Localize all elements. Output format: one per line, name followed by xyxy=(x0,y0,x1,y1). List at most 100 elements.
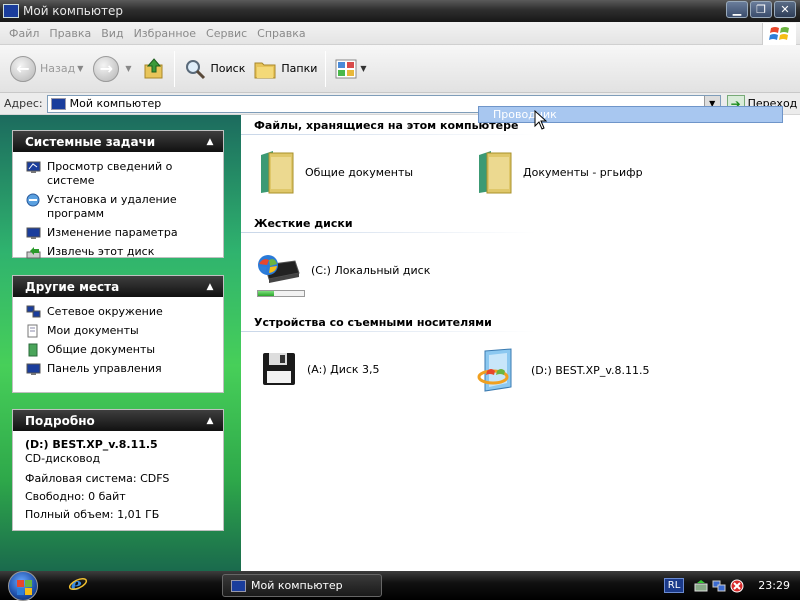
group-header-hard-disks: Жесткие диски xyxy=(254,217,353,230)
close-button[interactable]: ✕ xyxy=(774,1,796,18)
svg-text:e: e xyxy=(71,575,82,594)
menu-bar: Файл Правка Вид Избранное Сервис Справка xyxy=(0,22,800,45)
view-system-info-link[interactable]: Просмотр сведений о системе xyxy=(25,160,215,188)
taskbar: e Мой компьютер RL 23:29 xyxy=(0,570,800,601)
menu-view[interactable]: Вид xyxy=(96,27,128,40)
folder-icon xyxy=(479,151,512,194)
toolbar-separator xyxy=(325,50,327,87)
address-value: Мой компьютер xyxy=(69,97,162,110)
toolbar: ← Назад ▼ → ▼ Поиск Папки ▼ xyxy=(0,45,800,93)
collapse-chevron-icon[interactable]: ▲ xyxy=(203,414,217,428)
system-info-icon xyxy=(25,160,41,174)
search-button[interactable]: Поиск xyxy=(179,50,250,88)
my-computer-icon xyxy=(3,4,19,18)
forward-button[interactable]: → ▼ xyxy=(89,50,137,88)
task-pane: Системные задачи ▲ Просмотр сведений о с… xyxy=(0,115,241,571)
safely-remove-hardware-icon[interactable] xyxy=(694,579,708,593)
collapse-chevron-icon[interactable]: ▲ xyxy=(203,280,217,294)
minimize-button[interactable]: ▁ xyxy=(726,1,748,18)
group-divider xyxy=(241,331,536,332)
control-panel-icon xyxy=(25,362,41,376)
drive-c-usage-fill xyxy=(258,291,275,296)
up-folder-button[interactable] xyxy=(138,50,170,88)
views-button[interactable]: ▼ xyxy=(330,50,372,88)
menu-file[interactable]: Файл xyxy=(4,27,44,40)
windows-orb-icon xyxy=(8,570,38,601)
content-area: Файлы, хранящиеся на этом компьютере Общ… xyxy=(241,115,800,571)
search-icon xyxy=(185,59,205,79)
internet-explorer-icon: e xyxy=(68,575,88,595)
network-icon xyxy=(25,305,41,319)
back-button[interactable]: ← Назад ▼ xyxy=(6,50,89,88)
forward-dropdown-icon[interactable]: ▼ xyxy=(125,64,131,73)
network-status-icon[interactable] xyxy=(712,579,726,593)
details-panel: Подробно ▲ (D:) BEST.XP_v.8.11.5 CD-диск… xyxy=(12,409,224,531)
toolbar-separator xyxy=(173,50,175,87)
drive-c-item[interactable]: (C:) Локальный диск xyxy=(255,251,430,289)
add-remove-programs-link[interactable]: Установка и удаление программ xyxy=(25,193,215,221)
cd-drive-icon xyxy=(477,348,512,392)
eject-icon xyxy=(25,245,41,259)
other-places-header[interactable]: Другие места ▲ xyxy=(13,276,223,297)
forward-arrow-icon: → xyxy=(93,55,120,82)
my-computer-icon xyxy=(231,579,246,592)
group-header-removable: Устройства со съемными носителями xyxy=(254,316,492,329)
shared-documents-item[interactable]: Общие документы xyxy=(259,149,413,195)
language-indicator[interactable]: RL xyxy=(663,578,685,593)
menu-help[interactable]: Справка xyxy=(252,27,310,40)
details-total-size: Полный объем: 1,01 ГБ xyxy=(25,508,160,521)
security-alert-icon[interactable] xyxy=(730,579,744,593)
internet-explorer-quicklaunch[interactable]: e xyxy=(68,574,88,597)
system-tray: RL 23:29 xyxy=(663,571,800,600)
details-file-system: Файловая система: CDFS xyxy=(25,472,170,485)
menu-edit[interactable]: Правка xyxy=(44,27,96,40)
other-places-panel: Другие места ▲ Сетевое окружение Мои док… xyxy=(12,275,224,393)
explorer-tooltip: Проводник xyxy=(478,106,783,123)
back-dropdown-icon[interactable]: ▼ xyxy=(77,64,83,73)
window-title: Мой компьютер xyxy=(23,4,123,18)
group-divider xyxy=(241,134,536,135)
drive-a-item[interactable]: (A:) Диск 3,5 xyxy=(261,351,380,387)
views-dropdown-icon[interactable]: ▼ xyxy=(360,64,366,73)
windows-logo-icon xyxy=(762,23,796,45)
up-folder-icon xyxy=(144,57,163,78)
folder-icon xyxy=(261,151,294,194)
folders-icon xyxy=(254,62,276,78)
details-name: (D:) BEST.XP_v.8.11.5 xyxy=(25,438,158,451)
my-computer-icon xyxy=(50,97,66,110)
system-tasks-header[interactable]: Системные задачи ▲ xyxy=(13,131,223,152)
details-free-space: Свободно: 0 байт xyxy=(25,490,126,503)
views-icon xyxy=(335,59,357,78)
my-documents-link[interactable]: Мои документы xyxy=(25,324,215,338)
shared-documents-link[interactable]: Общие документы xyxy=(25,343,215,357)
start-button[interactable] xyxy=(0,570,46,601)
shared-documents-icon xyxy=(25,343,41,357)
add-remove-programs-icon xyxy=(25,193,41,207)
eject-disc-link[interactable]: Извлечь этот диск xyxy=(25,245,215,259)
system-tasks-panel: Системные задачи ▲ Просмотр сведений о с… xyxy=(12,130,224,258)
title-bar: Мой компьютер ▁ ❐ ✕ xyxy=(0,0,800,22)
network-places-link[interactable]: Сетевое окружение xyxy=(25,305,215,319)
taskbar-task-my-computer[interactable]: Мой компьютер xyxy=(222,574,382,597)
control-panel-icon xyxy=(25,226,41,240)
details-header[interactable]: Подробно ▲ xyxy=(13,410,223,431)
maximize-button[interactable]: ❐ xyxy=(750,1,772,18)
collapse-chevron-icon[interactable]: ▲ xyxy=(203,135,217,149)
hard-disk-icon xyxy=(258,255,300,283)
floppy-disk-icon xyxy=(263,353,295,385)
address-label: Адрес: xyxy=(4,97,43,110)
folders-button[interactable]: Папки xyxy=(249,50,321,88)
details-type: CD-дисковод xyxy=(25,452,101,465)
drive-d-item[interactable]: (D:) BEST.XP_v.8.11.5 xyxy=(477,347,649,393)
user-documents-item[interactable]: Документы - ргьифр xyxy=(477,149,643,195)
drive-c-usage-bar xyxy=(257,290,305,297)
menu-favorites[interactable]: Избранное xyxy=(129,27,201,40)
my-documents-icon xyxy=(25,324,41,338)
group-divider xyxy=(241,232,536,233)
mouse-cursor-icon xyxy=(534,110,548,130)
control-panel-link[interactable]: Панель управления xyxy=(25,362,215,376)
clock[interactable]: 23:29 xyxy=(758,579,790,592)
back-arrow-icon: ← xyxy=(10,55,36,82)
change-setting-link[interactable]: Изменение параметра xyxy=(25,226,215,240)
menu-tools[interactable]: Сервис xyxy=(201,27,252,40)
